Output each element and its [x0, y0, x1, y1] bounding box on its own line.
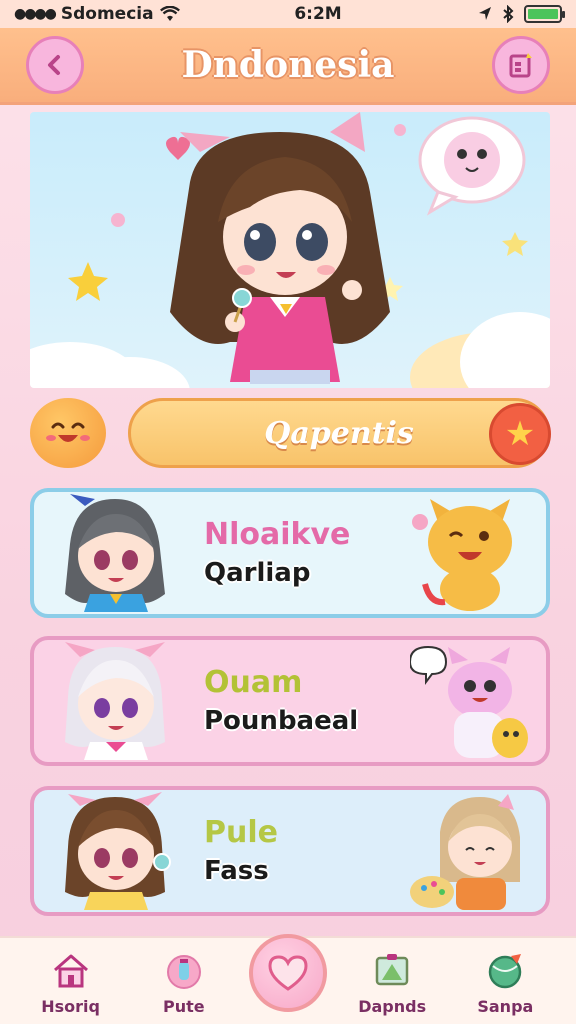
carrier-label: Sdomecia: [60, 4, 154, 24]
ball-icon: [482, 947, 528, 993]
nav-label-potion: Pute: [162, 997, 205, 1016]
featured-label: Qapentis: [264, 415, 414, 451]
character-card-2[interactable]: Ouam Pounbaeal: [30, 636, 550, 766]
photo-frame-icon: [369, 947, 415, 993]
character-avatar-3: [65, 792, 171, 910]
smile-icon: [46, 422, 90, 442]
status-time: 6:2M: [294, 4, 342, 24]
card-3-subtitle: Fass: [204, 856, 269, 886]
nav-item-photos[interactable]: Dapnds: [344, 947, 440, 1016]
potion-icon: [161, 947, 207, 993]
bluetooth-icon: [503, 5, 514, 23]
cat-mascot-image: [412, 499, 512, 611]
character-avatar-1: [65, 494, 165, 612]
wifi-icon: [159, 6, 180, 21]
card-2-subtitle: Pounbaeal: [204, 706, 359, 736]
card-3-title: Pule: [204, 815, 278, 850]
back-button[interactable]: [26, 36, 84, 94]
chevron-left-icon: [48, 55, 60, 75]
center-heart-button[interactable]: [248, 934, 327, 1012]
location-icon: [479, 7, 491, 20]
card-1-text: Nloaikve Qarliap: [180, 515, 410, 591]
status-bar: ●●●● Sdomecia 6:2M: [0, 0, 576, 28]
star-icon: ★: [489, 403, 551, 465]
status-right: [422, 5, 565, 23]
music-note-icon: [509, 53, 532, 78]
nav-label-photos: Dapnds: [358, 997, 427, 1016]
music-button[interactable]: [492, 36, 550, 94]
nav-item-home[interactable]: Hsoriq: [23, 947, 119, 1016]
smiley-face-icon[interactable]: [30, 398, 106, 468]
nav-item-ball[interactable]: Sanpa: [457, 947, 553, 1016]
card-1-subtitle: Qarliap: [204, 558, 311, 588]
status-left: ●●●● Sdomecia: [14, 4, 214, 24]
app-header: Dndonesia: [0, 28, 576, 102]
card-2-title: Ouam: [204, 665, 303, 700]
girl-character-image: [68, 112, 528, 384]
character-avatar-2: [65, 642, 165, 760]
nav-item-potion[interactable]: Pute: [136, 947, 232, 1016]
bottom-nav: Hsoriq Pute Dapnds Sanpa: [0, 934, 576, 1024]
signal-icon: ●●●●: [14, 6, 57, 22]
nav-label-home: Hsoriq: [41, 997, 100, 1016]
painter-girl-image: [410, 794, 520, 910]
featured-row: Qapentis ★: [30, 396, 551, 470]
character-card-1[interactable]: Nloaikve Qarliap: [30, 488, 550, 618]
card-1-title: Nloaikve: [204, 517, 351, 552]
battery-icon: [524, 5, 565, 23]
card-3-text: Pule Fass: [180, 813, 410, 889]
page-title: Dndonesia: [181, 44, 395, 86]
character-card-3[interactable]: Pule Fass: [30, 786, 550, 916]
home-icon: [48, 947, 94, 993]
hero-illustration: [30, 112, 550, 388]
card-2-text: Ouam Pounbaeal: [180, 663, 410, 739]
bunny-mascot-image: [410, 645, 528, 758]
nav-label-ball: Sanpa: [477, 997, 534, 1016]
featured-banner-button[interactable]: Qapentis ★: [128, 398, 551, 468]
heart-icon: [268, 955, 308, 991]
